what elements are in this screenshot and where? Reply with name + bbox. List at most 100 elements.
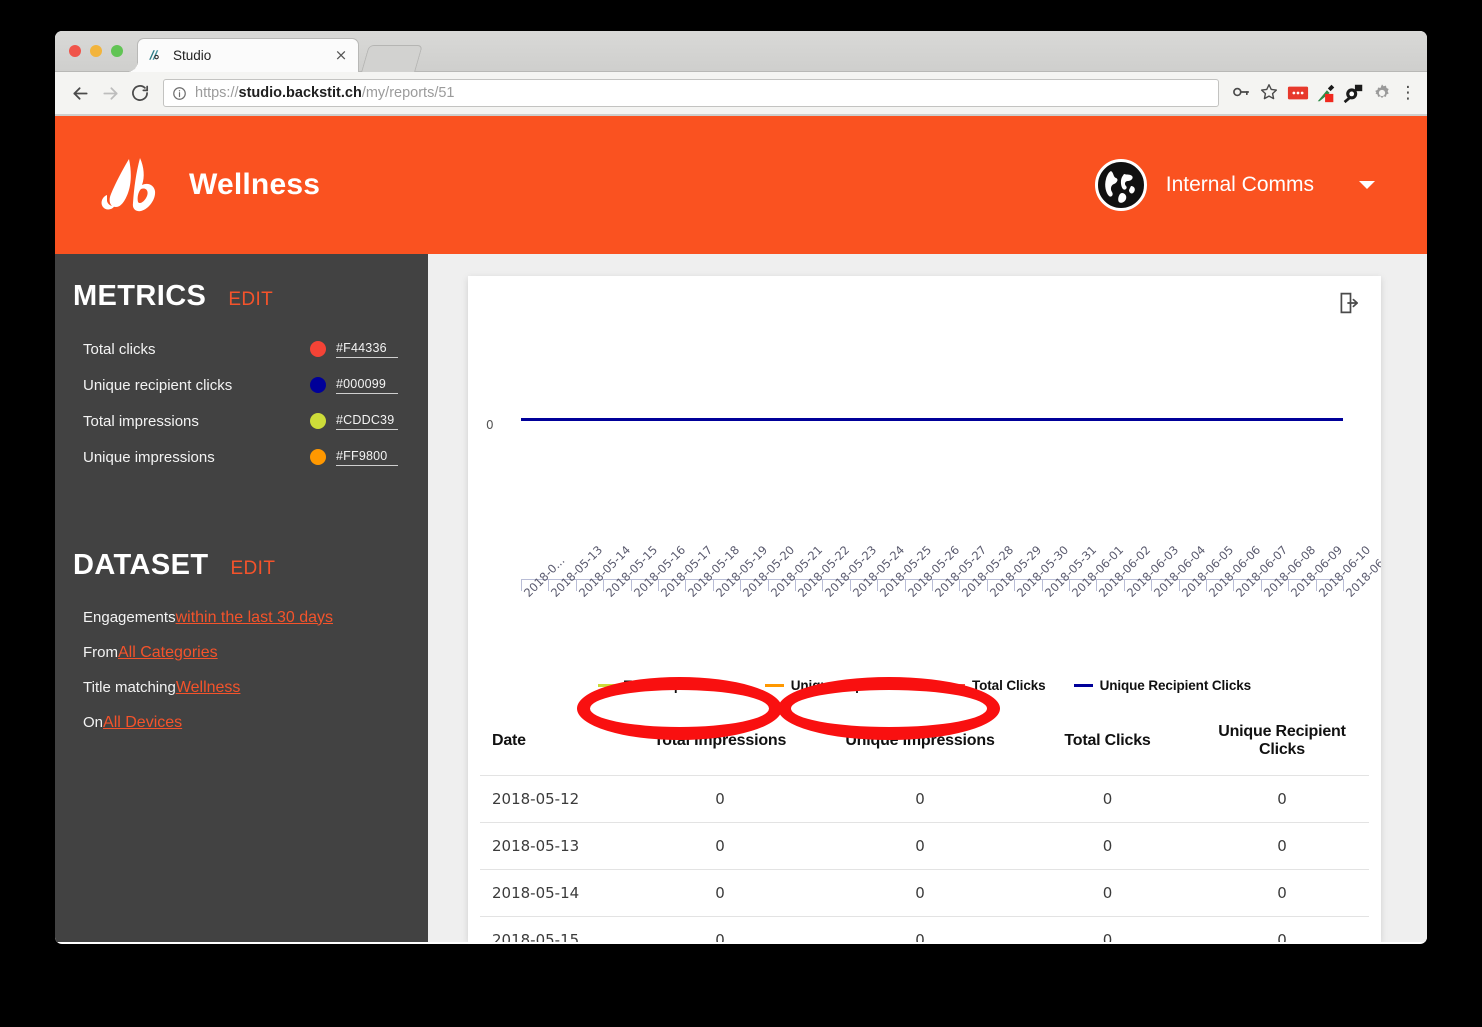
table-row: 2018-05-14 0 0 0 0 <box>480 869 1369 917</box>
cell-value: 0 <box>620 822 820 870</box>
legend-item-total-impressions[interactable]: Total Impressions <box>597 678 737 693</box>
app-header: Wellness Internal Comms <box>55 116 1427 254</box>
metric-label: Total impressions <box>83 412 199 430</box>
screenshot-root: Studio × https://studio.backstit.ch/my/r… <box>0 0 1482 1027</box>
column-header-total-clicks[interactable]: Total Clicks <box>1020 711 1195 776</box>
cell-value: 0 <box>820 916 1020 942</box>
filter-value-link[interactable]: Wellness <box>176 679 241 697</box>
cell-date: 2018-05-12 <box>480 775 620 823</box>
sidebar: METRICS EDIT Total clicks #F44336 Unique… <box>55 254 428 942</box>
main-content: 0 2018-0... 2018-05-13 2018-05-14 2018-05-1… <box>428 254 1427 942</box>
legend-label: Unique Recipient Clicks <box>1099 678 1252 693</box>
globe-icon <box>1094 159 1147 211</box>
metrics-section-header: METRICS EDIT <box>55 280 428 313</box>
metric-row-total-impressions[interactable]: Total impressions #CDDC39 <box>55 403 428 439</box>
color-swatch[interactable] <box>310 341 326 357</box>
star-icon[interactable] <box>1259 82 1281 104</box>
filter-prefix: Engagements <box>83 609 176 626</box>
url-path: /my/reports/51 <box>361 85 455 101</box>
dataset-edit-button[interactable]: EDIT <box>230 558 275 580</box>
background-tab[interactable] <box>361 45 423 72</box>
metric-row-total-clicks[interactable]: Total clicks #F44336 <box>55 331 428 367</box>
browser-menu-button[interactable]: ⋮ <box>1399 84 1417 102</box>
brand[interactable]: Wellness <box>99 155 320 215</box>
metric-color-group[interactable]: #F44336 <box>310 341 398 358</box>
filter-value-link[interactable]: All Devices <box>103 714 182 732</box>
color-hex-value[interactable]: #FF9800 <box>336 449 398 466</box>
table-row: 2018-05-15 0 0 0 0 <box>480 916 1369 942</box>
close-tab-button[interactable]: × <box>333 47 349 64</box>
app-viewport: Wellness Internal Comms METRICS EDIT Tot… <box>55 116 1427 942</box>
cell-value: 0 <box>820 822 1020 870</box>
color-hex-value[interactable]: #F44336 <box>336 341 398 358</box>
metrics-list: Total clicks #F44336 Unique recipient cl… <box>55 331 428 475</box>
table-row: 2018-05-12 0 0 0 0 <box>480 775 1369 823</box>
gear-icon[interactable] <box>1371 82 1393 104</box>
cell-value: 0 <box>1195 869 1369 917</box>
cell-value: 0 <box>1020 775 1195 823</box>
column-header-unique-recipient-clicks[interactable]: Unique Recipient Clicks <box>1195 711 1369 776</box>
info-circle-icon[interactable] <box>172 86 187 101</box>
browser-window: Studio × https://studio.backstit.ch/my/r… <box>55 31 1427 944</box>
address-bar[interactable]: https://studio.backstit.ch/my/reports/51 <box>163 79 1219 107</box>
metric-color-group[interactable]: #000099 <box>310 377 398 394</box>
color-swatch[interactable] <box>310 413 326 429</box>
legend-item-unique-recipient-clicks[interactable]: Unique Recipient Clicks <box>1073 678 1252 693</box>
key-icon[interactable] <box>1231 82 1253 104</box>
column-header-unique-impressions[interactable]: Unique Impressions <box>820 711 1020 776</box>
engagement-data-table: Date Total Impressions Unique Impression… <box>480 711 1369 942</box>
color-swatch[interactable] <box>310 377 326 393</box>
minimize-window-button[interactable] <box>90 45 102 57</box>
metrics-edit-button[interactable]: EDIT <box>228 289 273 311</box>
extension-icon-red[interactable] <box>1287 82 1309 104</box>
color-picker-icon[interactable] <box>1315 82 1337 104</box>
dataset-section: DATASET EDIT Engagements within the last… <box>55 549 428 740</box>
metric-color-group[interactable]: #CDDC39 <box>310 413 398 430</box>
close-window-button[interactable] <box>69 45 81 57</box>
column-header-total-impressions[interactable]: Total Impressions <box>620 711 820 776</box>
browser-tab-studio[interactable]: Studio × <box>127 38 359 73</box>
metric-label: Total clicks <box>83 340 156 358</box>
legend-item-total-clicks[interactable]: Total Clicks <box>945 678 1046 693</box>
metric-row-unique-recipient-clicks[interactable]: Unique recipient clicks #000099 <box>55 367 428 403</box>
filter-value-link[interactable]: All Categories <box>118 644 218 662</box>
studio-favicon <box>147 47 164 64</box>
cell-date: 2018-05-13 <box>480 822 620 870</box>
cell-value: 0 <box>620 869 820 917</box>
account-switcher[interactable]: Internal Comms <box>1094 159 1375 211</box>
cell-value: 0 <box>1195 822 1369 870</box>
url-domain: studio.backstit.ch <box>238 85 362 101</box>
maximize-window-button[interactable] <box>111 45 123 57</box>
window-controls[interactable] <box>69 45 123 57</box>
filter-prefix: From <box>83 644 118 661</box>
cell-value: 0 <box>620 775 820 823</box>
color-hex-value[interactable]: #000099 <box>336 377 398 394</box>
x-axis-labels: 2018-0... 2018-05-13 2018-05-14 2018-05-15 2… <box>521 543 1381 676</box>
metric-color-group[interactable]: #FF9800 <box>310 449 398 466</box>
account-name: Internal Comms <box>1165 173 1314 196</box>
dataset-title: DATASET <box>73 549 209 581</box>
browser-tabstrip: Studio × <box>55 31 1427 73</box>
color-hex-value[interactable]: #CDDC39 <box>336 413 398 430</box>
back-arrow-icon[interactable] <box>65 78 95 108</box>
dataset-section-header: DATASET EDIT <box>55 549 428 582</box>
legend-swatch <box>1073 684 1093 687</box>
dataset-filter-engagements: Engagements within the last 30 days <box>55 600 428 635</box>
metric-row-unique-impressions[interactable]: Unique impressions #FF9800 <box>55 439 428 475</box>
column-header-date[interactable]: Date <box>480 711 620 776</box>
cell-date: 2018-05-14 <box>480 869 620 917</box>
color-swatch[interactable] <box>310 449 326 465</box>
filter-value-link[interactable]: within the last 30 days <box>176 609 333 627</box>
metric-label: Unique recipient clicks <box>83 376 233 394</box>
legend-swatch <box>764 684 784 687</box>
cell-value: 0 <box>820 775 1020 823</box>
chart-legend: Total Impressions Unique Impressions Tot… <box>468 678 1381 699</box>
data-table-wrapper: Date Total Impressions Unique Impression… <box>480 711 1369 942</box>
legend-item-unique-impressions[interactable]: Unique Impressions <box>764 678 918 693</box>
chevron-down-icon[interactable] <box>1359 181 1375 189</box>
backstitch-logo-icon <box>99 155 161 215</box>
legend-label: Unique Impressions <box>790 678 918 693</box>
cell-value: 0 <box>1020 822 1195 870</box>
reload-icon[interactable] <box>125 78 155 108</box>
magnifier-extension-icon[interactable] <box>1343 82 1365 104</box>
